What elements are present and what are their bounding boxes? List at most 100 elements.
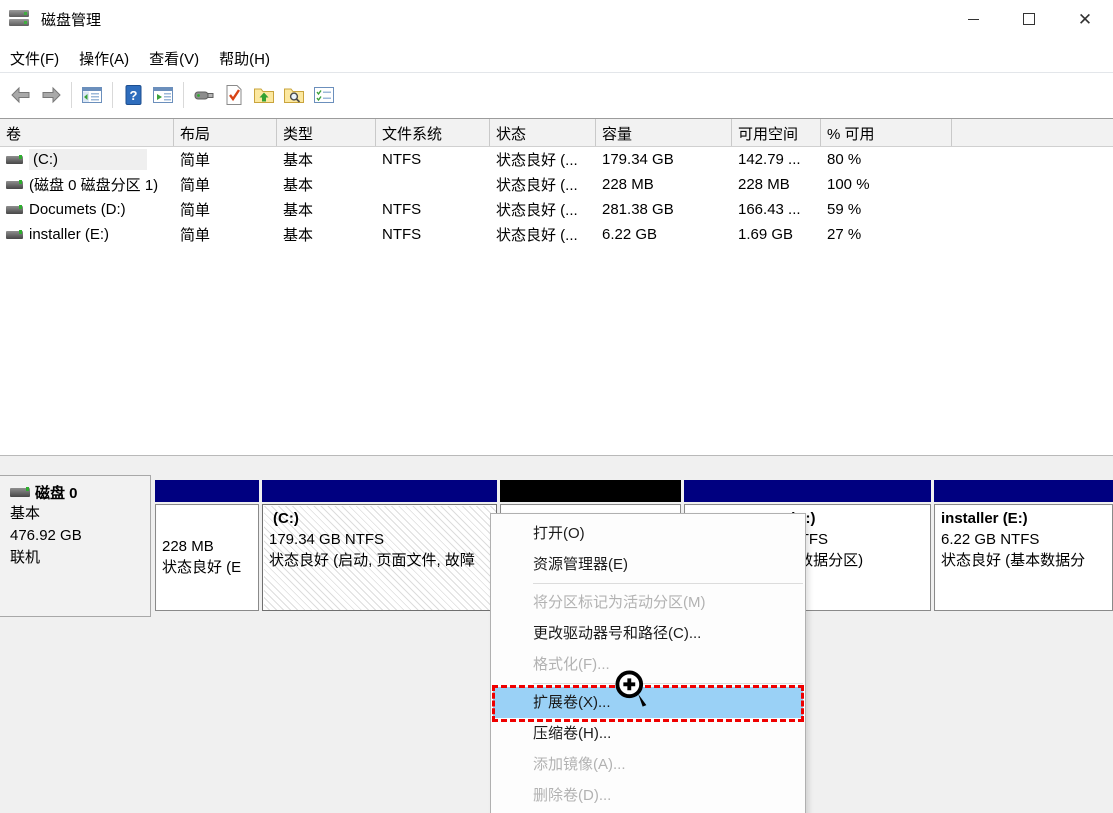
zoom-cursor-icon: [612, 668, 654, 719]
volume-list-header: 卷 布局 类型 文件系统 状态 容量 可用空间 % 可用: [0, 119, 1113, 147]
volume-name: installer (E:): [29, 226, 110, 243]
menu-item-open[interactable]: 打开(O): [491, 518, 805, 549]
disk-management-window: 磁盘管理 ✕ 文件(F) 操作(A) 查看(V) 帮助(H) ? 卷 布局 类型…: [0, 0, 1113, 813]
cell-type: 基本: [283, 152, 314, 169]
menu-item-mark-active: 将分区标记为活动分区(M): [533, 594, 706, 611]
cell-layout: 简单: [180, 177, 211, 194]
cell-percent-free: 80 %: [827, 151, 862, 168]
table-row[interactable]: installer (E:) 简单 基本 NTFS 状态良好 (... 6.22…: [0, 222, 1113, 247]
folder-search-icon[interactable]: [281, 82, 307, 108]
menu-bar: 文件(F) 操作(A) 查看(V) 帮助(H): [0, 44, 1113, 73]
disk0-size: 476.92 GB: [10, 527, 82, 544]
disk-icon: [10, 487, 30, 497]
volume-icon: [6, 179, 23, 189]
partition-status: 状态良好 (基本数据分: [941, 552, 1086, 569]
menu-separator: [533, 683, 803, 684]
partition-label: installer (E:): [941, 510, 1028, 527]
partition-c[interactable]: (C:) 179.34 GB NTFS 状态良好 (启动, 页面文件, 故障: [262, 480, 497, 611]
cell-free-space: 142.79 ...: [738, 151, 801, 168]
cell-type: 基本: [283, 227, 314, 244]
header-free-space[interactable]: 可用空间: [732, 119, 821, 146]
disk-management-app-icon: [9, 10, 31, 28]
disk0-panel[interactable]: 磁盘 0 基本 476.92 GB 联机: [0, 475, 151, 617]
header-status[interactable]: 状态: [490, 119, 596, 146]
svg-text:?: ?: [130, 88, 138, 103]
menu-item-shrink-volume[interactable]: 压缩卷(H)...: [491, 718, 805, 749]
volume-name: (C:): [29, 149, 147, 170]
cell-capacity: 6.22 GB: [602, 226, 658, 243]
volume-name: Documets (D:): [29, 201, 126, 218]
show-console-tree-icon[interactable]: [79, 82, 105, 108]
cell-type: 基本: [283, 177, 314, 194]
header-blank: [952, 119, 1113, 146]
menu-file[interactable]: 文件(F): [0, 45, 69, 72]
volume-icon: [6, 204, 23, 214]
volume-icon: [6, 229, 23, 239]
disk0-type: 基本: [10, 505, 41, 522]
help-icon[interactable]: ?: [120, 82, 146, 108]
window-title: 磁盘管理: [41, 11, 102, 29]
volume-list: 卷 布局 类型 文件系统 状态 容量 可用空间 % 可用 (C:) 简单 基本 …: [0, 118, 1113, 456]
volume-name: (磁盘 0 磁盘分区 1): [29, 177, 159, 194]
toolbar-separator: [183, 82, 184, 108]
check-volume-icon[interactable]: [221, 82, 247, 108]
cell-free-space: 1.69 GB: [738, 226, 794, 243]
menu-item-delete-volume: 删除卷(D)...: [533, 787, 612, 804]
menu-help[interactable]: 帮助(H): [209, 45, 280, 72]
partition-color-stripe: [155, 480, 259, 502]
header-type[interactable]: 类型: [277, 119, 376, 146]
volume-icon: [6, 154, 23, 164]
minimize-icon: [967, 18, 979, 20]
disk0-status: 联机: [10, 549, 41, 566]
close-button[interactable]: ✕: [1057, 0, 1113, 38]
menu-item-change-drive-letter[interactable]: 更改驱动器号和路径(C)...: [491, 618, 805, 649]
toolbar-separator: [71, 82, 72, 108]
close-icon: ✕: [1077, 9, 1093, 29]
table-row[interactable]: Documets (D:) 简单 基本 NTFS 状态良好 (... 281.3…: [0, 197, 1113, 222]
partition-color-stripe: [262, 480, 497, 502]
cell-free-space: 228 MB: [738, 176, 790, 193]
maximize-button[interactable]: [1001, 0, 1057, 38]
title-bar: 磁盘管理 ✕: [0, 0, 1113, 38]
cell-percent-free: 27 %: [827, 226, 862, 243]
partition-color-stripe: [934, 480, 1113, 502]
cell-free-space: 166.43 ...: [738, 201, 801, 218]
cell-percent-free: 100 %: [827, 176, 870, 193]
partition-color-stripe: [500, 480, 681, 502]
header-volume[interactable]: 卷: [0, 119, 174, 146]
minimize-button[interactable]: [945, 0, 1001, 38]
header-filesystem[interactable]: 文件系统: [376, 119, 490, 146]
menu-item-explorer[interactable]: 资源管理器(E): [491, 549, 805, 580]
menu-view[interactable]: 查看(V): [139, 45, 209, 72]
cell-capacity: 281.38 GB: [602, 201, 674, 218]
partition-status: 状态良好 (启动, 页面文件, 故障: [269, 552, 475, 569]
forward-icon[interactable]: [38, 82, 64, 108]
disk0-name: 磁盘 0: [35, 485, 78, 502]
show-action-pane-icon[interactable]: [150, 82, 176, 108]
header-percent-free[interactable]: % 可用: [821, 119, 952, 146]
cell-layout: 简单: [180, 152, 211, 169]
partition-color-stripe: [684, 480, 931, 502]
partition-status: 状态良好 (E: [162, 559, 242, 576]
context-menu: 打开(O) 资源管理器(E) 将分区标记为活动分区(M) 更改驱动器号和路径(C…: [490, 513, 806, 813]
menu-action[interactable]: 操作(A): [69, 45, 139, 72]
cell-filesystem: NTFS: [382, 201, 422, 218]
maximize-icon: [1023, 13, 1035, 25]
partition-size: 6.22 GB NTFS: [941, 531, 1040, 548]
folder-up-icon[interactable]: [251, 82, 277, 108]
cell-status: 状态良好 (...: [496, 152, 578, 169]
back-icon[interactable]: [8, 82, 34, 108]
toolbar: ?: [0, 74, 1113, 116]
header-capacity[interactable]: 容量: [596, 119, 732, 146]
cell-filesystem: NTFS: [382, 151, 422, 168]
cell-capacity: 228 MB: [602, 176, 654, 193]
partition-efi[interactable]: 228 MB 状态良好 (E: [155, 480, 259, 611]
partition-size: 228 MB: [162, 538, 214, 555]
table-row[interactable]: (磁盘 0 磁盘分区 1) 简单 基本 状态良好 (... 228 MB 228…: [0, 172, 1113, 197]
table-row[interactable]: (C:) 简单 基本 NTFS 状态良好 (... 179.34 GB 142.…: [0, 147, 1113, 172]
partition-e[interactable]: installer (E:) 6.22 GB NTFS 状态良好 (基本数据分: [934, 480, 1113, 611]
cell-layout: 简单: [180, 227, 211, 244]
rescan-disks-icon[interactable]: [191, 82, 217, 108]
properties-list-icon[interactable]: [311, 82, 337, 108]
header-layout[interactable]: 布局: [174, 119, 277, 146]
